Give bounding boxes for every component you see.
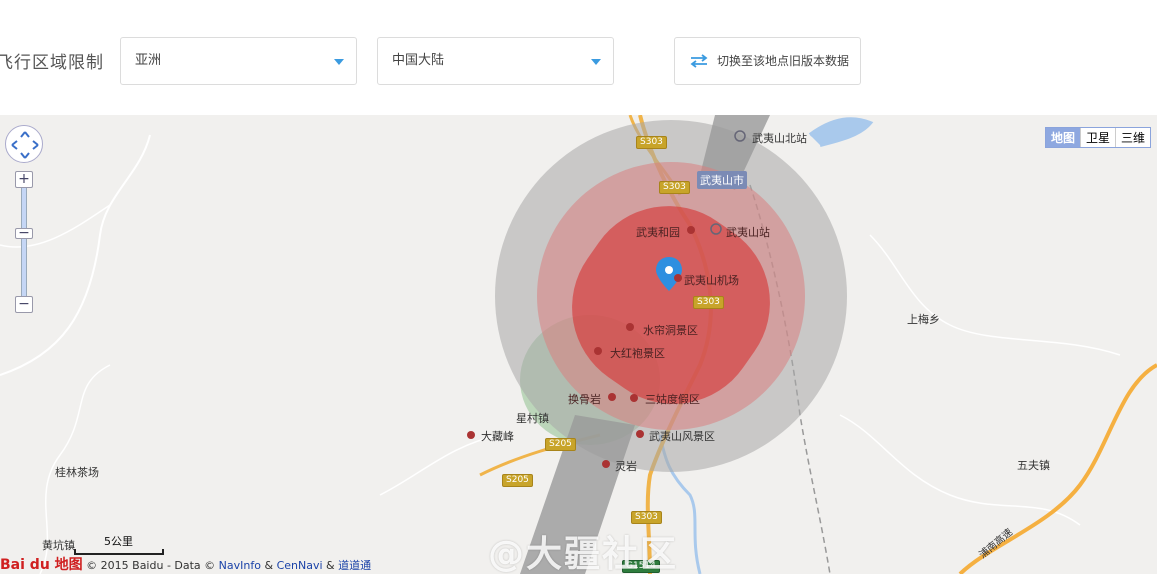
label-wuyishan-north-station: 武夷山北站 [752, 132, 807, 145]
zoom-slider-handle[interactable]: − [15, 226, 33, 240]
zoom-in-button[interactable]: + [15, 171, 33, 188]
label-wufu: 五夫镇 [1017, 459, 1050, 472]
label-wuyishan-city[interactable]: 武夷山市 [697, 171, 747, 189]
label-lingyan: 灵岩 [615, 460, 637, 473]
road-shield: S303 [636, 136, 667, 149]
continent-select-value: 亚洲 [135, 53, 162, 68]
region-select[interactable]: 中国大陆 [377, 37, 614, 85]
page-title: 飞行区域限制 [0, 53, 104, 73]
navinfo-link[interactable]: NavInfo [219, 559, 261, 572]
region-select-value: 中国大陆 [392, 53, 445, 68]
swap-arrows-icon [690, 54, 708, 68]
label-dahongpao: 大红袍景区 [610, 347, 665, 360]
map-footer: Bai du 地图 © 2015 Baidu - Data © NavInfo … [0, 554, 371, 574]
zoom-slider-track[interactable] [21, 187, 27, 305]
switch-old-data-button[interactable]: 切换至该地点旧版本数据 [674, 37, 861, 85]
label-guilin: 桂林茶场 [55, 466, 99, 479]
chevron-down-icon [591, 59, 601, 65]
map-canvas[interactable]: 武夷山北站 武夷山市 武夷和园 武夷山站 武夷山机场 水帘洞景区 大红袍景区 换… [0, 115, 1157, 574]
label-dacang: 大藏峰 [481, 430, 514, 443]
road-shield: S205 [545, 438, 576, 451]
cennavi-link[interactable]: CenNavi [277, 559, 323, 572]
zoom-out-button[interactable]: − [15, 296, 33, 313]
baidu-logo: Bai du 地图 [0, 557, 83, 573]
label-huangkeng: 黄坑镇 [42, 539, 75, 552]
amp-2: & [326, 559, 335, 572]
label-sangu: 三姑度假区 [645, 393, 700, 406]
label-huangu: 换骨岩 [568, 393, 601, 406]
pan-arrows-icon [11, 131, 39, 159]
map-type-switcher: 地图 卫星 三维 [1044, 127, 1151, 148]
continent-select[interactable]: 亚洲 [120, 37, 357, 85]
label-heyuan: 武夷和园 [636, 226, 680, 239]
watermark: @大疆社区 [488, 534, 679, 574]
road-shield: S303 [659, 181, 690, 194]
label-xingcun: 星村镇 [516, 412, 549, 425]
map-type-satellite[interactable]: 卫星 [1079, 128, 1115, 147]
map-type-map[interactable]: 地图 [1045, 128, 1080, 147]
map-type-3d[interactable]: 三维 [1114, 128, 1150, 147]
amp-1: & [264, 559, 274, 572]
label-wuyishan-airport: 武夷山机场 [684, 274, 739, 287]
label-shuilian: 水帘洞景区 [643, 324, 698, 337]
switch-old-data-label: 切换至该地点旧版本数据 [717, 54, 850, 68]
label-wuyishan-station: 武夷山站 [726, 226, 770, 239]
map-base-layer [0, 115, 1157, 574]
copyright-text: © 2015 Baidu - Data © [86, 559, 216, 572]
road-shield: S303 [631, 511, 662, 524]
top-bar: 飞行区域限制 亚洲 中国大陆 切换至该地点旧版本数据 [0, 0, 1157, 115]
pan-control[interactable] [5, 125, 43, 163]
road-shield: S205 [502, 474, 533, 487]
scale-label: 5公里 [104, 535, 133, 548]
chevron-down-icon [334, 59, 344, 65]
daodaotong-link[interactable]: 道道通 [338, 559, 371, 572]
label-shangmei: 上梅乡 [907, 313, 940, 326]
road-shield: S303 [693, 296, 724, 309]
label-scenic-area: 武夷山风景区 [649, 430, 715, 443]
